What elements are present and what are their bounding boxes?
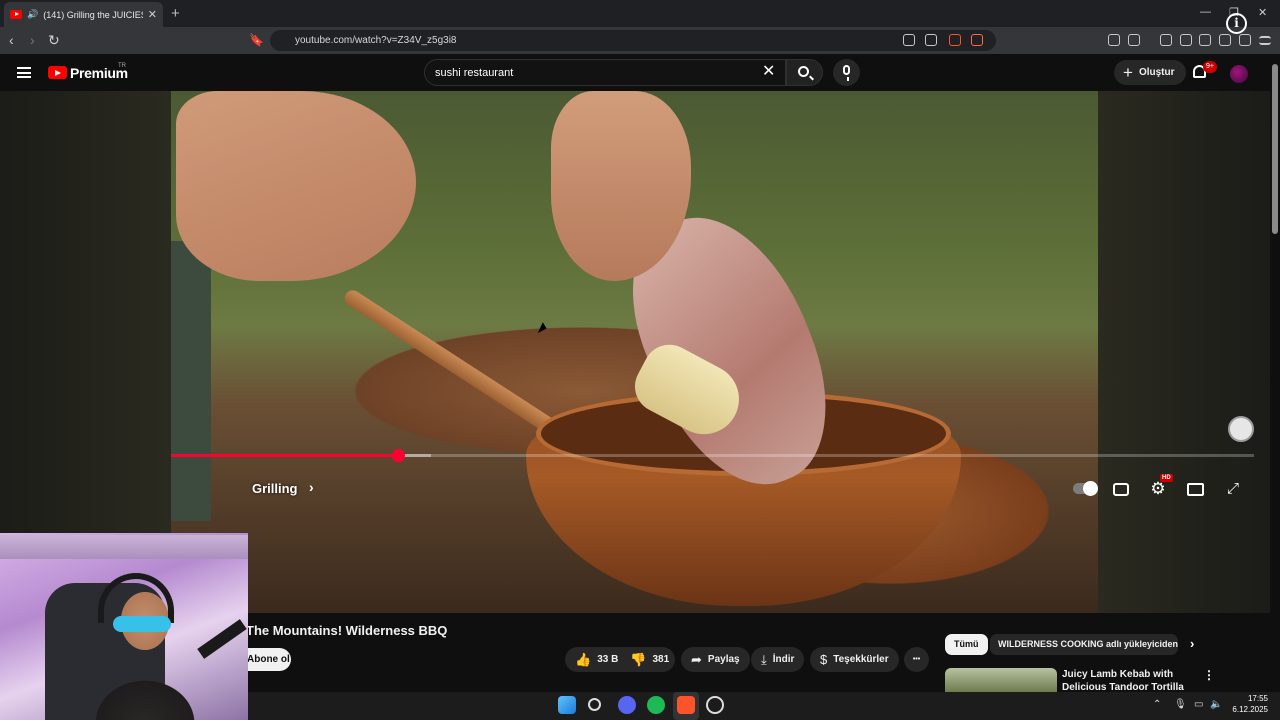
plus-icon: +	[1123, 63, 1133, 82]
ambient-right	[1098, 91, 1270, 613]
dislike-icon[interactable]: 👎	[630, 652, 646, 668]
webcam-mask	[113, 616, 171, 632]
hd-badge: HD	[1160, 474, 1173, 482]
cast-icon[interactable]	[903, 34, 915, 46]
reload-icon[interactable]: ↻	[48, 32, 60, 48]
window-close-icon[interactable]: ✕	[1258, 6, 1267, 19]
recommended-title[interactable]: Juicy Lamb Kebab with Delicious Tandoor …	[1062, 668, 1192, 692]
search-input[interactable]: sushi restaurant	[424, 59, 786, 86]
search-icon	[798, 66, 809, 77]
search-button[interactable]	[786, 59, 823, 86]
menu-icon[interactable]	[1259, 36, 1271, 45]
progress-bar[interactable]	[171, 454, 1254, 457]
spotify-icon[interactable]	[647, 696, 665, 714]
webcam-shelf	[0, 535, 248, 559]
youtube-logo-icon[interactable]	[48, 66, 67, 79]
network-icon[interactable]: ▭	[1194, 699, 1203, 710]
wallet-icon[interactable]	[1199, 34, 1211, 46]
brave-rewards-icon[interactable]	[971, 34, 983, 46]
dislike-count[interactable]: 381	[653, 654, 670, 665]
like-count[interactable]: 33 B	[597, 654, 618, 665]
tab-title: (141) Grilling the JUICIEST St	[43, 9, 143, 20]
video-sleeve	[171, 241, 211, 521]
windows-start-icon[interactable]	[558, 696, 576, 714]
address-bar[interactable]: youtube.com/watch?v=Z34V_z5g3i8	[270, 30, 996, 51]
share-button[interactable]: ➦ Paylaş	[681, 647, 750, 672]
youtube-header: Premium TR sushi restaurant ✕ + Oluştur …	[0, 54, 1280, 91]
search-clear-icon[interactable]: ✕	[762, 63, 775, 81]
settings-gear-icon[interactable]: ⚙	[1148, 479, 1168, 499]
volume-icon[interactable]: 🔈	[1210, 699, 1222, 710]
autoplay-toggle[interactable]	[1073, 481, 1098, 496]
progress-played	[171, 454, 399, 457]
create-label: Oluştur	[1138, 67, 1175, 78]
voice-search-button[interactable]	[833, 59, 860, 86]
chip-next-chevron-icon[interactable]: ›	[1190, 636, 1194, 651]
region-code: TR	[118, 63, 126, 69]
chapter-title[interactable]: Grilling	[252, 481, 298, 496]
search-input-value: sushi restaurant	[435, 66, 514, 79]
share-icon: ➦	[691, 651, 702, 667]
chapter-chevron-icon[interactable]: ›	[309, 479, 314, 495]
channel-watermark[interactable]	[1228, 416, 1254, 442]
mic-tray-icon[interactable]: 🎙	[1174, 699, 1187, 710]
fullscreen-icon[interactable]: ⤢	[1223, 479, 1243, 499]
download-icon: ⤓	[761, 651, 767, 667]
vpn-icon[interactable]	[1239, 34, 1251, 46]
leo-ai-icon[interactable]	[1219, 34, 1231, 46]
thanks-icon: $	[820, 652, 828, 667]
microphone-icon	[843, 65, 850, 81]
thanks-button[interactable]: $ Teşekkürler	[810, 647, 899, 672]
bookmark-icon[interactable]: 🔖	[249, 32, 264, 48]
create-button[interactable]: + Oluştur	[1114, 60, 1186, 85]
video-left-hand	[176, 91, 416, 281]
tray-overflow-icon[interactable]: ⌃	[1153, 699, 1161, 710]
thanks-label: Teşekkürler	[833, 654, 889, 665]
avatar[interactable]	[1230, 65, 1248, 83]
media-icon[interactable]	[1160, 34, 1172, 46]
new-tab-button[interactable]: +	[171, 5, 180, 22]
browser-tab-strip: 🔊 (141) Grilling the JUICIEST St ✕ + — ❐…	[0, 0, 1280, 27]
forward-icon[interactable]: ›	[30, 32, 35, 48]
share-page-icon[interactable]	[925, 34, 937, 46]
recommended-thumbnail[interactable]	[945, 668, 1057, 692]
browser-tab[interactable]: 🔊 (141) Grilling the JUICIEST St ✕	[4, 2, 163, 27]
back-icon[interactable]: ‹	[9, 32, 14, 48]
discord-icon[interactable]	[618, 696, 636, 714]
like-icon[interactable]: 👍	[575, 652, 591, 668]
theater-mode-icon[interactable]	[1187, 483, 1204, 496]
taskbar	[248, 692, 1280, 720]
info-icon[interactable]: i	[1226, 13, 1247, 34]
download-label: İndir	[772, 654, 795, 665]
download-button[interactable]: ⤓ İndir	[751, 647, 805, 672]
subtitles-icon[interactable]	[1113, 483, 1129, 496]
brave-browser-icon[interactable]	[677, 696, 695, 714]
video-frame[interactable]	[171, 91, 1098, 613]
webcam-overlay	[0, 533, 248, 720]
like-dislike-group: 👍 33 B 👎 381	[565, 647, 675, 672]
taskbar-search-icon[interactable]	[588, 698, 601, 711]
more-actions-button[interactable]: •••	[904, 647, 929, 672]
recommended-menu-icon[interactable]: ⋮	[1203, 668, 1215, 682]
brave-shields-icon[interactable]	[949, 34, 961, 46]
chip-uploader[interactable]: WILDERNESS COOKING adlı yükleyiciden	[990, 634, 1178, 655]
clock-time[interactable]: 17:55	[1236, 694, 1268, 703]
chip-all[interactable]: Tümü	[945, 634, 988, 655]
tab-close-icon[interactable]: ✕	[148, 8, 157, 21]
clock-date[interactable]: 6.12.2025	[1226, 705, 1268, 714]
share-label: Paylaş	[707, 654, 740, 665]
video-title: The Mountains! Wilderness BBQ	[246, 623, 448, 638]
youtube-favicon-icon	[10, 10, 22, 19]
notification-badge: 9+	[1203, 61, 1217, 73]
minimize-icon[interactable]: —	[1200, 6, 1211, 18]
extensions-icon[interactable]	[1108, 34, 1120, 46]
scrollbar-thumb[interactable]	[1272, 64, 1278, 234]
browser-toolbar: ‹ › ↻ 🔖 youtube.com/watch?v=Z34V_z5g3i8	[0, 27, 1280, 54]
reading-list-icon[interactable]	[1128, 34, 1140, 46]
speaker-icon[interactable]: 🔊	[27, 9, 38, 20]
url-text: youtube.com/watch?v=Z34V_z5g3i8	[295, 35, 457, 46]
obs-icon[interactable]	[706, 696, 724, 714]
hamburger-menu-icon[interactable]	[17, 67, 31, 78]
sidebar-icon[interactable]	[1180, 34, 1192, 46]
